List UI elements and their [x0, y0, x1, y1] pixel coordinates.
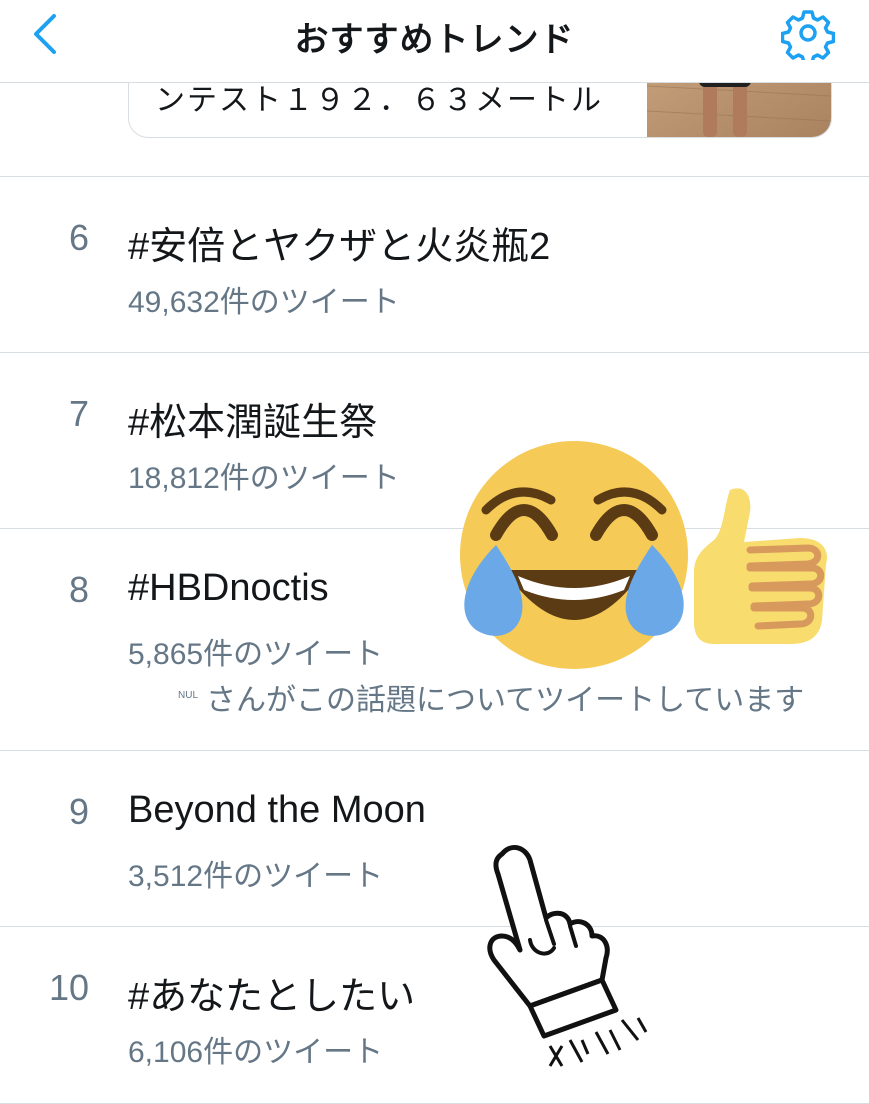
tweet-count: 6,106件のツイート	[128, 1036, 384, 1069]
trend-topic: #安倍とヤクザと火炎瓶2	[128, 226, 551, 268]
trend-rank: 8	[68, 569, 89, 610]
tweet-count: 3,512件のツイート	[128, 860, 384, 893]
trend-item[interactable]: 7 #松本潤誕生祭 18,812件のツイート	[0, 352, 869, 529]
context-prefix: NUL	[178, 690, 199, 701]
context-text: さんがこの話題についてツイートしています	[206, 684, 805, 717]
trend-rank: 9	[68, 791, 89, 832]
trend-topic: Beyond the Moon	[128, 789, 426, 831]
navigation-header: おすすめトレンド	[0, 0, 869, 83]
trend-context: NUL さんがこの話題についてツイートしています	[178, 675, 804, 719]
trend-rank: 6	[68, 217, 89, 258]
tweet-count: 18,812件のツイート	[128, 462, 400, 495]
trend-topic: #HBDnoctis	[128, 567, 329, 609]
trend-topic: #あなたとしたい	[128, 976, 416, 1018]
trend-item[interactable]: 10 #あなたとしたい 6,106件のツイート	[0, 926, 869, 1104]
trend-item[interactable]: 6 #安倍とヤクザと火炎瓶2 49,632件のツイート	[0, 176, 869, 353]
trend-rank: 7	[68, 393, 89, 434]
tweet-count: 5,865件のツイート	[128, 638, 384, 671]
trend-rank: 10	[48, 967, 89, 1008]
page-title: おすすめトレンド	[294, 20, 575, 60]
tweet-count: 49,632件のツイート	[128, 286, 400, 319]
trend-item[interactable]: 8 #HBDnoctis 5,865件のツイート NUL さんがこの話題についてツ…	[0, 528, 869, 751]
settings-button[interactable]	[780, 6, 836, 65]
gear-icon	[780, 10, 836, 65]
trend-topic: #松本潤誕生祭	[128, 402, 378, 444]
trend-item[interactable]: 9 Beyond the Moon 3,512件のツイート	[0, 750, 869, 927]
